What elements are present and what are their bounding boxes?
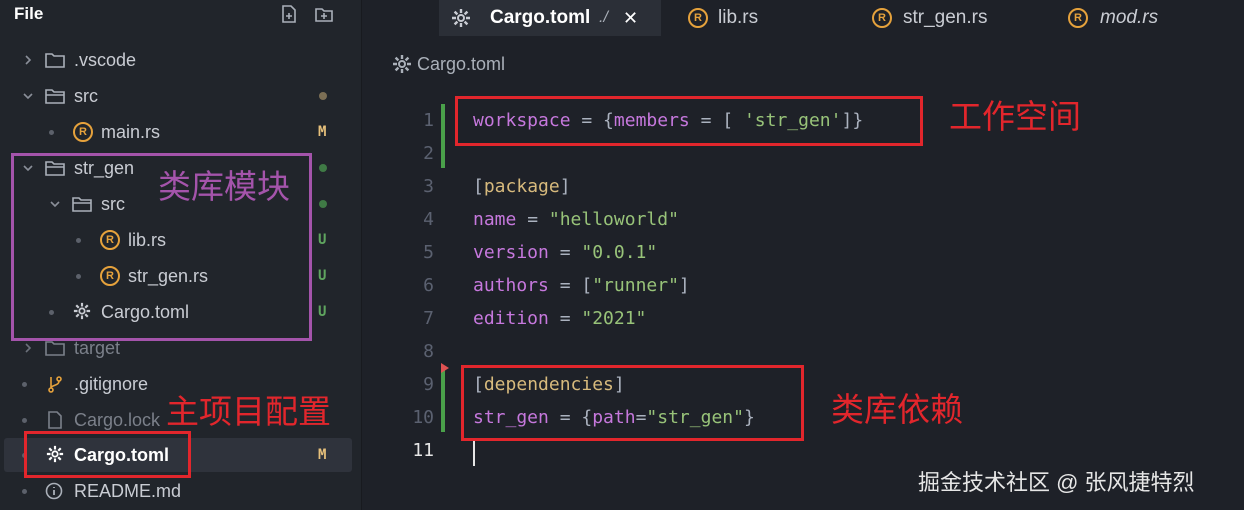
toml-key: name (473, 209, 517, 230)
tab-label: Cargo.toml (490, 7, 591, 28)
tab-str-gen-rs[interactable]: R str_gen.rs (868, 0, 1018, 36)
tab-path-suffix: ./ (599, 9, 608, 26)
chevron-right-icon (25, 55, 32, 65)
rust-file-icon: R (73, 122, 93, 142)
explorer-title: File (14, 4, 44, 23)
tree-item-label: src (74, 86, 98, 106)
indent-dot (22, 489, 27, 494)
gear-icon (452, 9, 470, 27)
tree-file-readme[interactable]: README.md (0, 474, 362, 508)
indent-dot (49, 130, 54, 135)
folder-open-icon (45, 89, 65, 104)
indent-dot (22, 382, 27, 387)
chevron-right-icon (25, 343, 32, 353)
toml-key: authors (473, 275, 549, 296)
indent-dot (22, 418, 27, 423)
dependency-annotation: 类库依赖 (831, 391, 963, 428)
git-status-badge: U (318, 232, 327, 248)
folder-icon (45, 341, 65, 356)
rust-file-icon: R (1068, 8, 1088, 28)
git-branch-icon (48, 376, 62, 393)
tree-item-label: README.md (74, 481, 182, 501)
code-line-6: authors = ["runner"] (473, 269, 690, 302)
toml-punct: ] (678, 275, 690, 296)
rust-file-icon: R (872, 8, 892, 28)
toml-punct: ] (559, 176, 571, 197)
tab-mod-rs[interactable]: R mod.rs (1064, 0, 1184, 36)
tree-item-label: main.rs (101, 122, 161, 142)
tab-cargo-toml[interactable]: Cargo.toml ./ ✕ (439, 0, 661, 36)
tree-item-label: .vscode (74, 50, 137, 70)
tree-folder-vscode[interactable]: .vscode (0, 43, 362, 77)
line-number: 10 (412, 407, 434, 428)
file-explorer: File .vscode src R main.rs M str_gen src… (0, 0, 362, 510)
info-icon (45, 482, 63, 500)
toml-string: "runner" (592, 275, 679, 296)
code-line-5: version = "0.0.1" (473, 236, 657, 269)
workspace-annotation: 工作空间 (949, 98, 1081, 135)
toml-punct: = (548, 242, 582, 263)
toml-string: "0.0.1" (581, 242, 658, 263)
editor-tab-bar: Cargo.toml ./ ✕ R lib.rs R str_gen.rs R … (362, 0, 1244, 36)
dependency-highlight-box (461, 365, 804, 441)
toml-section: package (483, 176, 560, 197)
code-line-3: [package] (473, 170, 571, 203)
file-icon (48, 411, 62, 429)
line-number: 4 (423, 209, 434, 230)
line-number: 3 (423, 176, 434, 197)
main-config-highlight-box (24, 431, 191, 478)
tab-label: str_gen.rs (903, 7, 988, 28)
breadcrumb: Cargo.toml (362, 42, 1244, 86)
git-added-gutter-mark (441, 104, 445, 168)
breadcrumb-item[interactable]: Cargo.toml (417, 54, 505, 75)
code-line-4: name = "helloworld" (473, 203, 679, 236)
tree-item-label: .gitignore (74, 374, 149, 394)
modified-dot (319, 92, 327, 100)
line-number: 8 (423, 341, 434, 362)
line-number: 5 (423, 242, 434, 263)
line-number: 1 (423, 110, 434, 131)
toml-string: "2021" (581, 308, 647, 329)
line-number-current: 11 (412, 440, 434, 461)
tab-label: lib.rs (718, 7, 759, 28)
toml-punct: = (516, 209, 549, 230)
tree-file-main-rs[interactable]: R main.rs M (0, 115, 362, 149)
main-config-annotation: 主项目配置 (166, 393, 331, 430)
code-editor[interactable]: 1 2 3 4 5 6 7 8 9 10 11 workspace = {mem… (362, 90, 1244, 510)
git-status-badge: M (318, 447, 327, 463)
tab-label: mod.rs (1100, 7, 1159, 28)
toml-punct: [ (473, 176, 484, 197)
toml-key: version (473, 242, 549, 263)
new-folder-icon[interactable] (314, 4, 334, 24)
watermark-text: 掘金技术社区 @ 张风捷特烈 (918, 470, 1195, 495)
new-file-icon[interactable] (279, 4, 299, 24)
line-number: 2 (423, 143, 434, 164)
explorer-header: File (0, 0, 362, 30)
chevron-down-icon (23, 93, 33, 100)
gear-icon (393, 55, 411, 73)
untracked-dot (319, 200, 327, 208)
rust-file-icon: R (688, 8, 708, 28)
git-added-gutter-mark (441, 368, 445, 432)
toml-punct: = [ (548, 275, 593, 296)
workspace-highlight-box (455, 96, 923, 146)
git-status-badge: U (318, 268, 327, 284)
code-line-7: edition = "2021" (473, 302, 646, 335)
untracked-dot (319, 164, 327, 172)
git-deleted-marker-icon (441, 363, 449, 373)
lib-module-annotation: 类库模块 (158, 168, 290, 205)
line-number: 7 (423, 308, 434, 329)
git-status-badge: M (318, 124, 327, 140)
line-number: 9 (423, 374, 434, 395)
toml-punct: = (548, 308, 582, 329)
close-icon[interactable]: ✕ (623, 0, 638, 36)
toml-key: edition (473, 308, 549, 329)
text-cursor (473, 438, 475, 466)
tab-lib-rs[interactable]: R lib.rs (680, 0, 800, 36)
line-number: 6 (423, 275, 434, 296)
folder-icon (45, 53, 65, 68)
tree-folder-src[interactable]: src (0, 79, 362, 113)
toml-string: "helloworld" (548, 209, 679, 230)
git-status-badge: U (318, 304, 327, 320)
